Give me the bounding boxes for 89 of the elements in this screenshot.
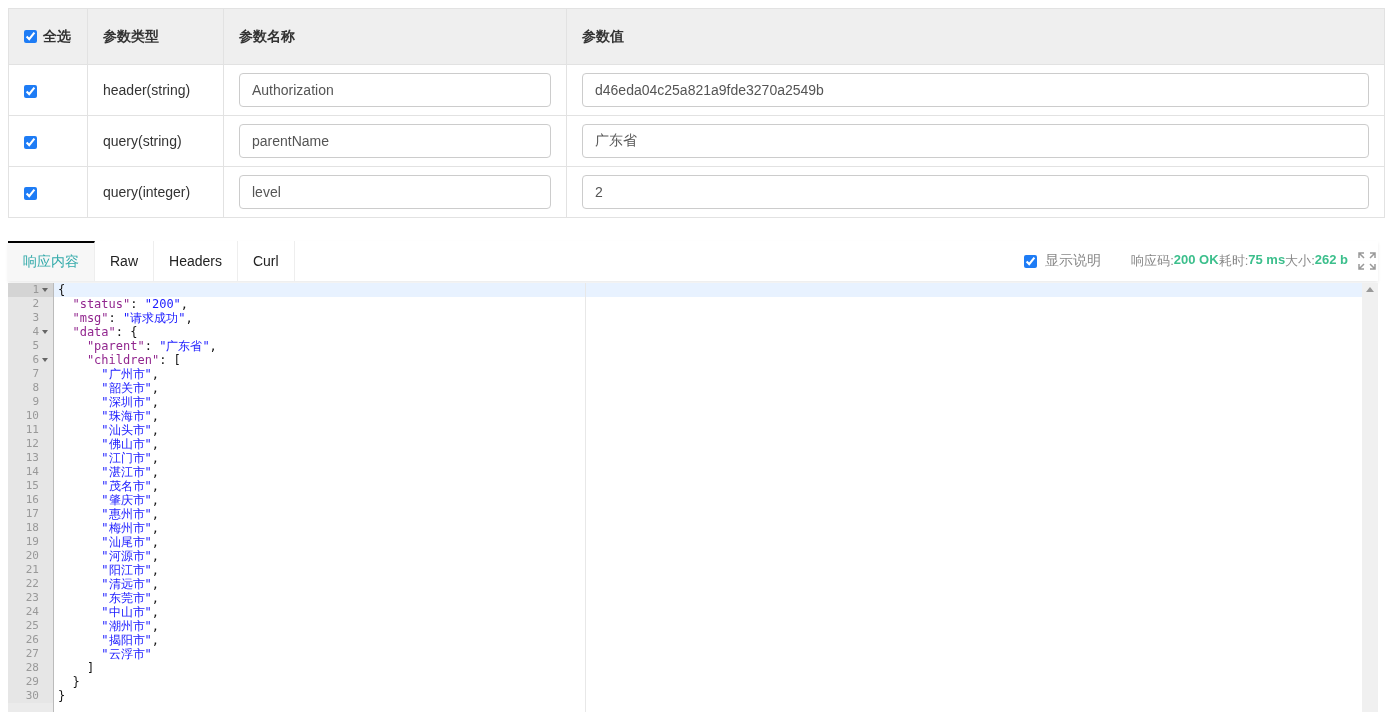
code-line: "深圳市", (100, 395, 161, 409)
param-value-field[interactable]: 广东省 (582, 124, 1369, 158)
code-line: "parent": "广东省", (85, 339, 218, 353)
code-line: "揭阳市", (100, 633, 161, 647)
stat-value: 262 b (1314, 252, 1348, 269)
line-number: 28 (25, 661, 39, 675)
line-number: 13 (25, 451, 39, 465)
column-header: 参数类型 (103, 27, 159, 44)
fullscreen-icon[interactable] (1358, 252, 1376, 270)
param-type: header(string) (103, 82, 191, 98)
column-header: 全选 (43, 27, 71, 46)
code-line: "梅州市", (100, 521, 161, 535)
code-line: } (71, 675, 81, 689)
column-header: 参数名称 (239, 27, 295, 44)
tab[interactable]: Headers (154, 241, 238, 281)
tab[interactable]: Raw (95, 241, 154, 281)
line-number: 30 (25, 689, 39, 703)
line-number: 17 (25, 507, 39, 521)
stat-label: 耗时: (1218, 252, 1249, 270)
code-line: "惠州市", (100, 507, 161, 521)
stat-label: 大小: (1285, 252, 1315, 270)
line-number: 26 (25, 633, 39, 647)
line-number: 22 (25, 577, 39, 591)
line-number: 23 (25, 591, 39, 605)
line-number: 9 (32, 395, 39, 409)
row-checkbox[interactable] (24, 135, 37, 149)
row-checkbox[interactable] (24, 84, 37, 98)
code-line: "茂名市", (100, 479, 161, 493)
code-line: "status": "200", (71, 297, 190, 311)
param-name-field[interactable]: Authorization (239, 73, 551, 107)
checkbox-label: 显示说明 (1045, 252, 1102, 270)
show-notes-checkbox[interactable] (1024, 254, 1038, 268)
line-number: 24 (25, 605, 39, 619)
code-line: "韶关市", (100, 381, 161, 395)
code-line: "阳江市", (100, 563, 161, 577)
code-line: "清远市", (100, 577, 161, 591)
code-line: "河源市", (100, 549, 161, 563)
line-number: 11 (25, 423, 39, 437)
scroll-up-icon[interactable] (1366, 287, 1374, 292)
code-line: "东莞市", (100, 591, 161, 605)
line-number: 3 (32, 311, 39, 325)
line-number: 1 (32, 283, 39, 297)
param-name-field[interactable]: level (239, 175, 551, 209)
code-line: ] (85, 661, 96, 675)
code-line: "data": { (71, 325, 139, 339)
code-line: "中山市", (100, 605, 161, 619)
tab[interactable]: Curl (237, 241, 295, 281)
select-all-checkbox[interactable] (24, 30, 37, 43)
code-line: "肇庆市", (100, 493, 161, 507)
line-number: 2 (32, 297, 39, 311)
line-number: 4 (32, 325, 39, 339)
line-number: 14 (25, 465, 39, 479)
line-number: 18 (25, 521, 39, 535)
line-number: 5 (32, 339, 39, 353)
line-number: 16 (25, 493, 39, 507)
line-number: 20 (25, 549, 39, 563)
param-value-field[interactable]: 2 (582, 175, 1369, 209)
line-number: 7 (32, 367, 39, 381)
code-line: "潮州市", (100, 619, 161, 633)
stat-label: 响应码: (1131, 252, 1174, 270)
line-number: 21 (25, 563, 39, 577)
line-number: 10 (25, 409, 39, 423)
line-number: 8 (32, 381, 39, 395)
code-line: "msg": "请求成功", (71, 311, 194, 325)
param-type: query(integer) (103, 184, 191, 200)
code-line: "珠海市", (100, 409, 161, 423)
line-number: 19 (25, 535, 39, 549)
line-number: 6 (32, 353, 39, 367)
line-number: 27 (25, 647, 39, 661)
column-header: 参数值 (582, 27, 624, 44)
stat-value: 75 ms (1248, 252, 1286, 269)
code-line: "云浮市" (100, 647, 153, 661)
code-line: "广州市", (100, 367, 161, 381)
line-number: 15 (25, 479, 39, 493)
code-line: "children": [ (85, 353, 182, 367)
stat-value: 200 OK (1173, 252, 1219, 269)
line-number: 12 (25, 437, 39, 451)
code-line: "佛山市", (100, 437, 161, 451)
code-line: } (57, 689, 67, 703)
param-type: query(string) (103, 133, 182, 149)
param-name-field[interactable]: parentName (239, 124, 551, 158)
code-line: "江门市", (100, 451, 161, 465)
code-line: "湛江市", (100, 465, 161, 479)
code-line: "汕尾市", (100, 535, 161, 549)
line-number: 29 (25, 675, 39, 689)
param-value-field[interactable]: d46eda04c25a821a9fde3270a2549b (582, 73, 1369, 107)
line-number: 25 (25, 619, 39, 633)
code-line: "汕头市", (100, 423, 161, 437)
row-checkbox[interactable] (24, 186, 37, 200)
